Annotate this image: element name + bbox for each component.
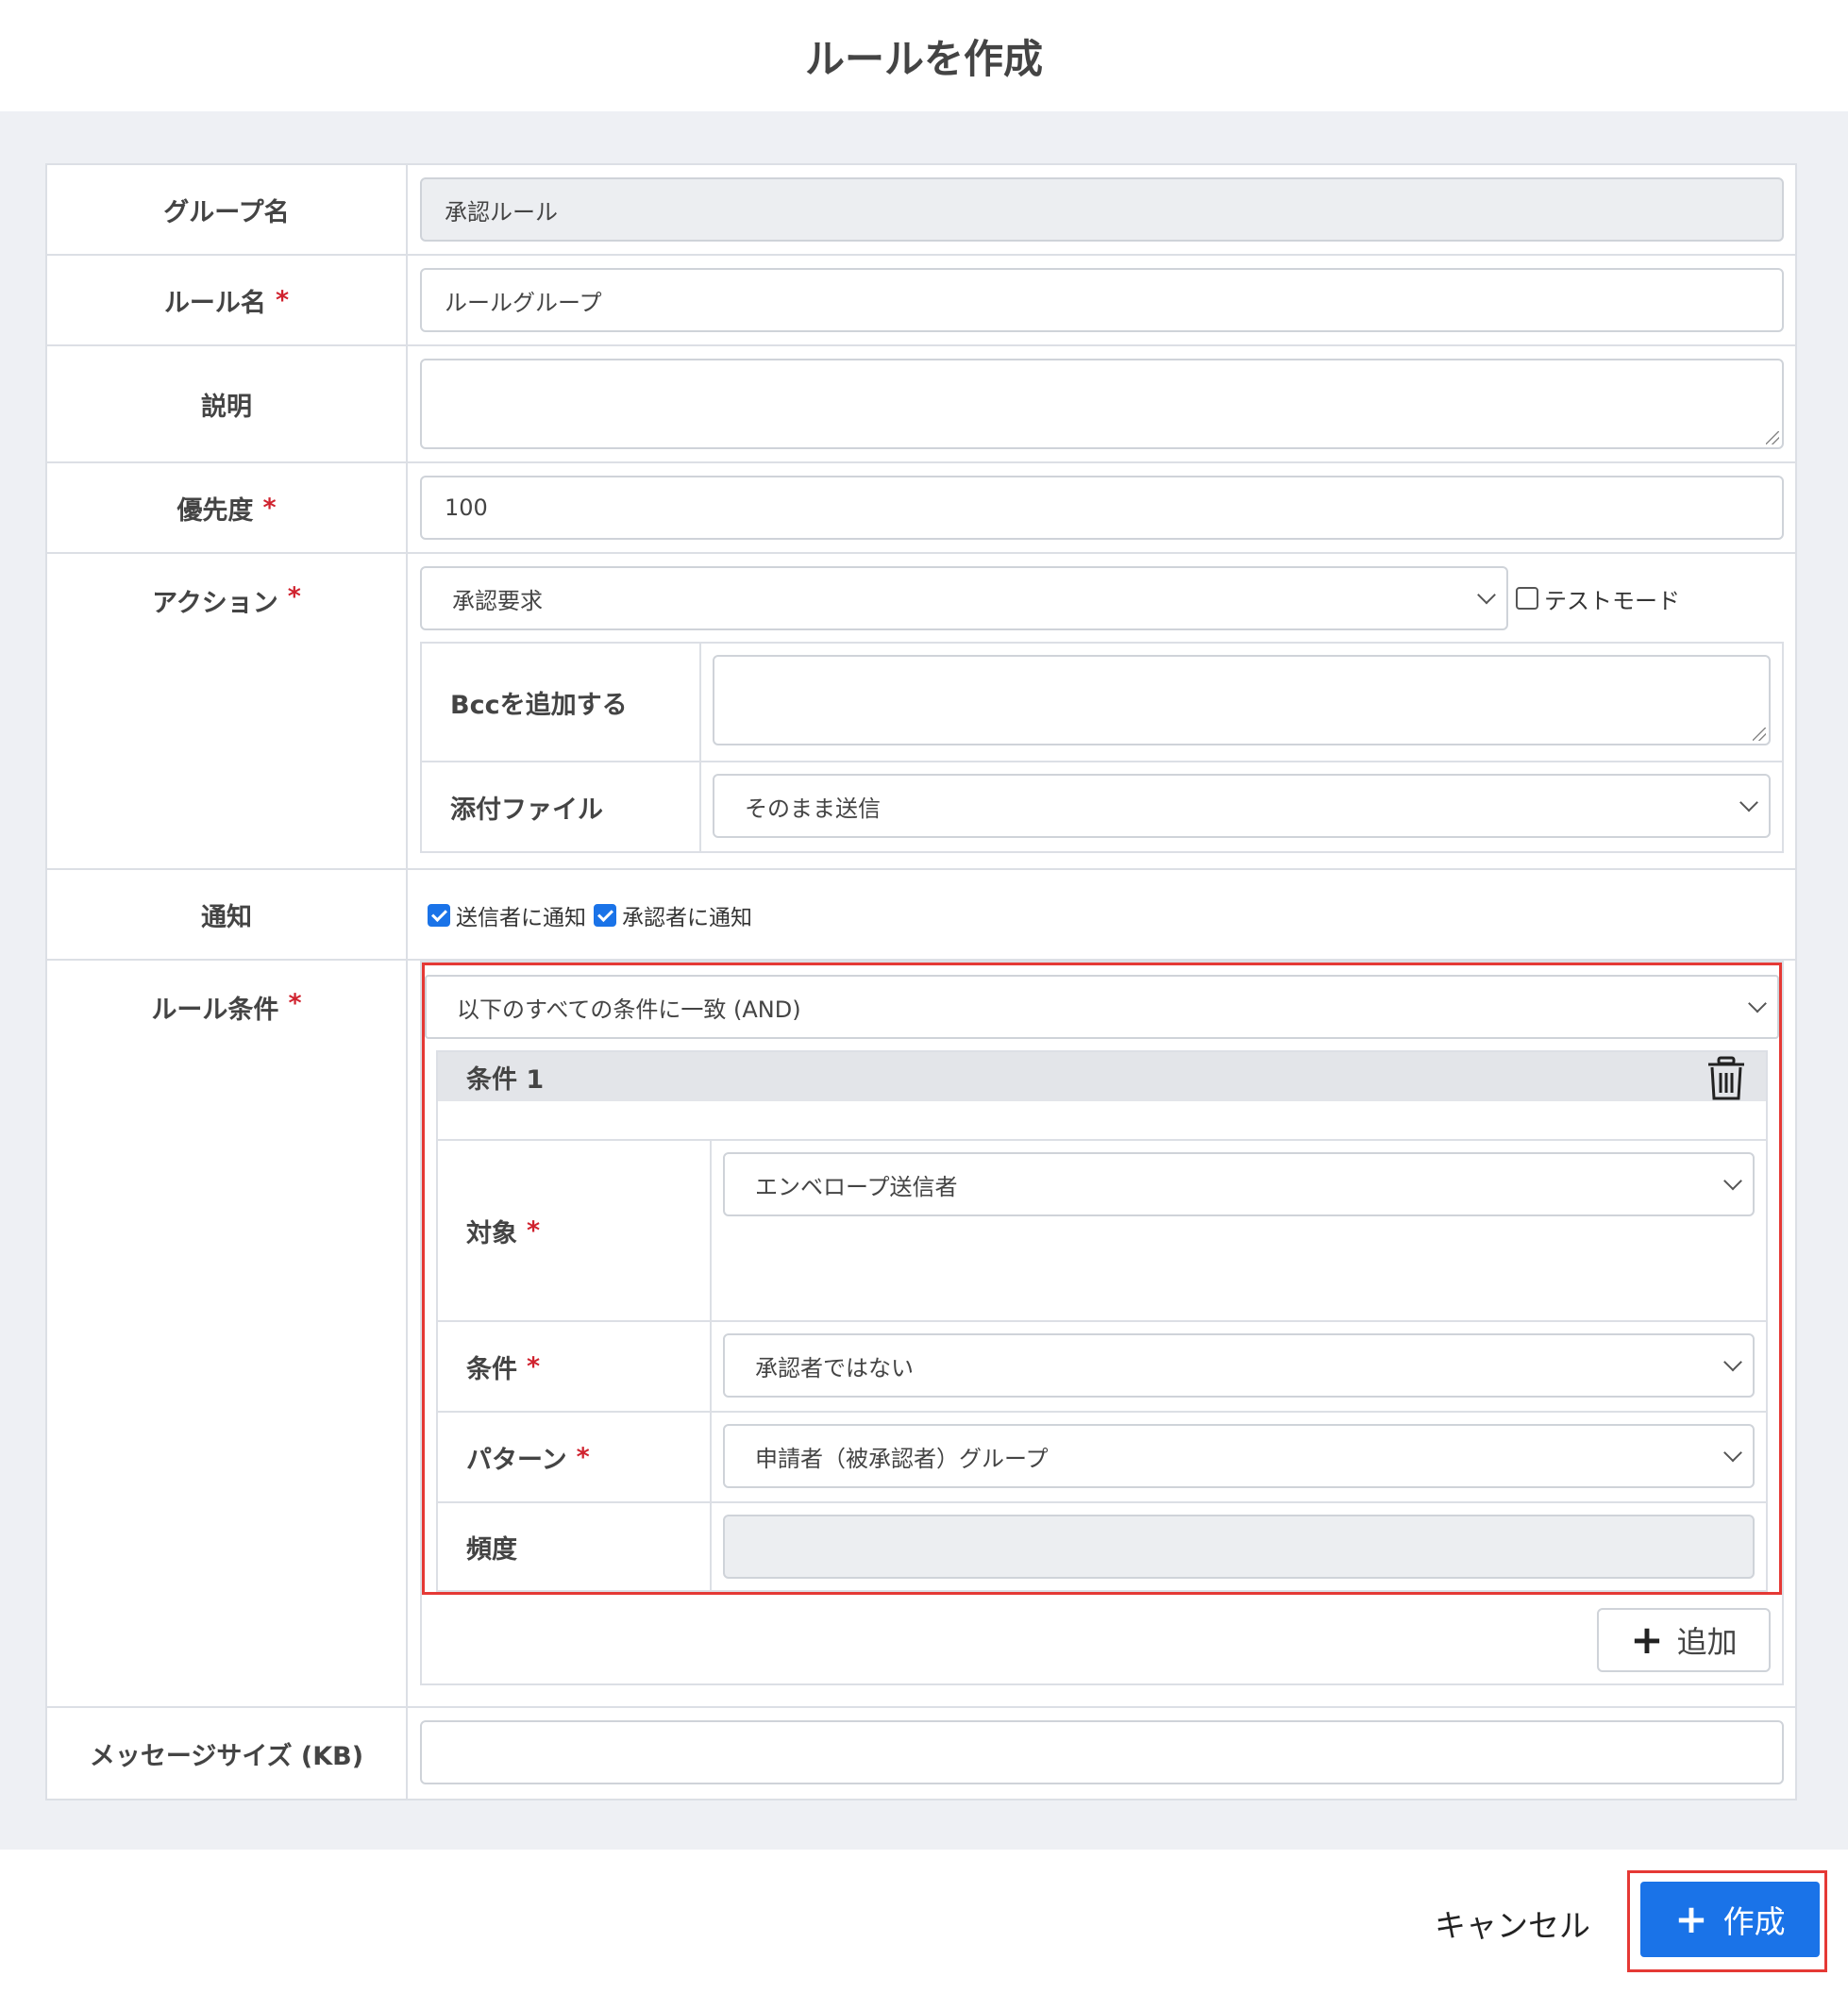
- notify-label: 通知: [47, 870, 408, 959]
- priority-label: 優先度 *: [47, 463, 408, 552]
- pattern-label: パターン *: [438, 1413, 712, 1501]
- plus-icon: +: [1674, 1896, 1708, 1942]
- add-condition-button[interactable]: + 追加: [1597, 1608, 1771, 1672]
- group-name-field: 承認ルール: [420, 177, 1784, 242]
- action-label: アクション *: [47, 554, 408, 868]
- attachment-label: 添付ファイル: [422, 762, 701, 851]
- checkbox-icon[interactable]: [1516, 587, 1538, 610]
- match-mode-select[interactable]: 以下のすべての条件に一致 (AND): [425, 975, 1779, 1039]
- test-mode-checkbox[interactable]: テストモード: [1516, 582, 1680, 615]
- group-name-label: グループ名: [47, 165, 408, 254]
- trash-icon[interactable]: [1705, 1056, 1747, 1101]
- chevron-down-icon: [1723, 1352, 1742, 1372]
- target-label: 対象 *: [438, 1141, 712, 1320]
- bcc-label: Bccを追加する: [422, 644, 701, 761]
- row-priority: 優先度 * 100: [47, 463, 1795, 554]
- action-select[interactable]: 承認要求: [420, 566, 1508, 630]
- frequency-label: 頻度: [438, 1503, 712, 1590]
- chevron-down-icon: [1739, 793, 1758, 812]
- row-action: アクション * 承認要求 テストモード Bccを追加する 添付ファイル そのまま…: [47, 554, 1795, 870]
- rule-name-field[interactable]: ルールグループ: [420, 268, 1784, 332]
- rule-name-label: ルール名 *: [47, 256, 408, 344]
- cancel-button[interactable]: キャンセル: [1435, 1901, 1590, 1946]
- target-select[interactable]: エンベロープ送信者: [723, 1152, 1755, 1216]
- rule-form: グループ名 承認ルール ルール名 * ルールグループ 説明 優先度 * 100 アク…: [45, 163, 1797, 1800]
- resize-grip-icon[interactable]: [1766, 431, 1779, 444]
- action-options-table: Bccを追加する 添付ファイル そのまま送信: [420, 642, 1784, 853]
- row-rule-name: ルール名 * ルールグループ: [47, 256, 1795, 346]
- row-message-size: メッセージサイズ (KB): [47, 1708, 1795, 1799]
- condition-title: 条件 1: [466, 1064, 545, 1095]
- chevron-down-icon: [1748, 994, 1767, 1013]
- frequency-field: [723, 1515, 1755, 1579]
- condition-header: 条件 1: [438, 1052, 1766, 1101]
- row-description: 説明: [47, 346, 1795, 463]
- checkbox-checked-icon[interactable]: [428, 904, 450, 927]
- create-button[interactable]: + 作成: [1640, 1882, 1820, 1957]
- condition-pattern-row: パターン * 申請者（被承認者）グループ: [438, 1413, 1766, 1503]
- resize-grip-icon[interactable]: [1753, 728, 1766, 741]
- chevron-down-icon: [1723, 1171, 1742, 1191]
- condition-card: 条件 1 対象 * エンベロープ送信者 条件 * 承認者ではない パターン * …: [436, 1050, 1768, 1592]
- condition-target-row: 対象 * エンベロープ送信者: [438, 1141, 1766, 1322]
- operator-label: 条件 *: [438, 1322, 712, 1411]
- row-rule-conditions: ルール条件 * 以下のすべての条件に一致 (AND) 条件 1 対象 * エンベ…: [47, 961, 1795, 1708]
- chevron-down-icon: [1723, 1443, 1742, 1463]
- conditions-container: 以下のすべての条件に一致 (AND) 条件 1 対象 * エンベロープ送信者 条…: [420, 961, 1784, 1685]
- condition-frequency-row: 頻度: [438, 1503, 1766, 1590]
- checkbox-checked-icon[interactable]: [594, 904, 616, 927]
- condition-operator-row: 条件 * 承認者ではない: [438, 1322, 1766, 1413]
- notify-approver-checkbox[interactable]: 承認者に通知: [594, 899, 752, 931]
- plus-icon: +: [1630, 1616, 1664, 1663]
- bcc-field[interactable]: [713, 655, 1771, 745]
- notify-sender-checkbox[interactable]: 送信者に通知: [428, 899, 586, 931]
- description-label: 説明: [47, 346, 408, 461]
- operator-select[interactable]: 承認者ではない: [723, 1333, 1755, 1398]
- row-group-name: グループ名 承認ルール: [47, 165, 1795, 256]
- priority-field[interactable]: 100: [420, 476, 1784, 540]
- row-notify: 通知 送信者に通知 承認者に通知: [47, 870, 1795, 961]
- dialog-header: ルールを作成: [0, 0, 1848, 111]
- rule-conditions-label: ルール条件 *: [47, 961, 408, 1706]
- description-field[interactable]: [420, 359, 1784, 449]
- conditions-highlight: 以下のすべての条件に一致 (AND) 条件 1 対象 * エンベロープ送信者 条…: [422, 963, 1782, 1595]
- attachment-select[interactable]: そのまま送信: [713, 774, 1771, 838]
- message-size-field[interactable]: [420, 1720, 1784, 1784]
- message-size-label: メッセージサイズ (KB): [47, 1708, 408, 1799]
- dialog-title: ルールを作成: [804, 35, 1043, 82]
- chevron-down-icon: [1477, 585, 1496, 605]
- pattern-select[interactable]: 申請者（被承認者）グループ: [723, 1424, 1755, 1488]
